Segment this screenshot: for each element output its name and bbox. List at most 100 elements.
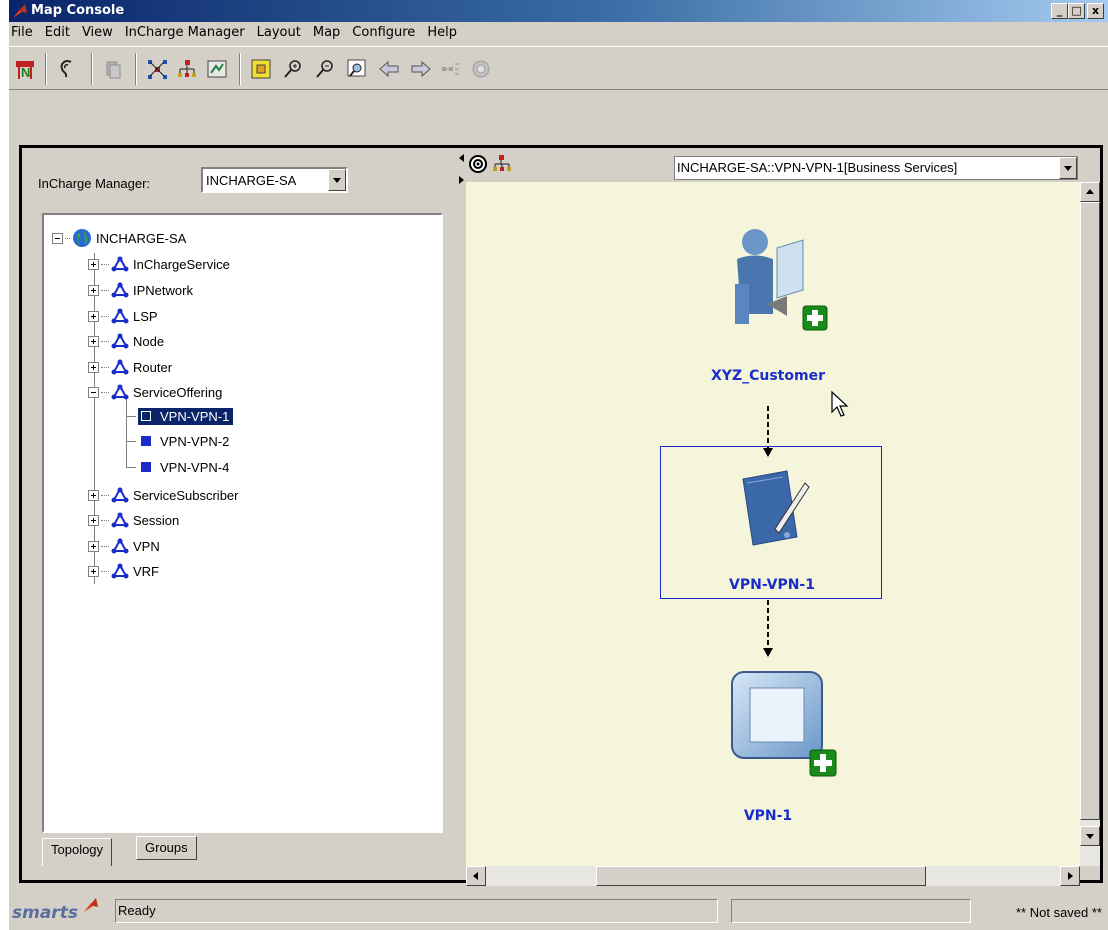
incharge-manager-label: InCharge Manager: [38, 176, 151, 191]
map-selector-value: INCHARGE-SA::VPN-VPN-1[Business Services… [677, 160, 958, 175]
class-icon [111, 359, 129, 375]
tree-root[interactable]: INCHARGE-SA [52, 228, 186, 248]
expand-icon[interactable] [88, 565, 99, 577]
expand-icon[interactable] [88, 361, 99, 373]
tree-item-servicesubscriber[interactable]: ServiceSubscriber [88, 485, 239, 505]
scroll-up-button[interactable] [1080, 182, 1100, 202]
horizontal-scroll-thumb[interactable] [596, 866, 926, 886]
tree-item-node[interactable]: Node [88, 331, 164, 351]
expand-icon[interactable] [88, 489, 99, 501]
menu-map[interactable]: Map [307, 22, 346, 44]
panel-splitter[interactable] [458, 148, 466, 880]
map-canvas[interactable]: XYZ_Customer VPN-VPN-1 VPN-1 [466, 182, 1080, 866]
expand-icon[interactable] [88, 310, 99, 322]
zoom-in-button[interactable] [279, 55, 307, 83]
menu-help[interactable]: Help [421, 22, 463, 44]
collapse-icon[interactable] [88, 386, 99, 398]
collapse-right-icon[interactable] [459, 176, 464, 184]
tree-item-session[interactable]: Session [88, 510, 179, 530]
tree-item-label: ServiceOffering [133, 384, 223, 400]
tree-item-vpn-vpn-4[interactable]: VPN-VPN-4 [138, 457, 229, 477]
zoom-box-button[interactable] [343, 55, 371, 83]
copy-button[interactable] [99, 55, 127, 83]
target-icon[interactable] [468, 154, 488, 174]
expand-icon[interactable] [88, 540, 99, 552]
scroll-down-button[interactable] [1080, 826, 1100, 846]
tree-item-lsp[interactable]: LSP [88, 306, 158, 326]
incharge-manager-value: INCHARGE-SA [206, 173, 297, 188]
menu-edit[interactable]: Edit [39, 22, 76, 44]
expand-icon[interactable] [88, 258, 99, 270]
forward-button[interactable] [407, 55, 435, 83]
close-button[interactable]: x [1087, 3, 1104, 19]
tree-item-label: LSP [133, 308, 158, 324]
tree-item-vpn[interactable]: VPN [88, 536, 160, 556]
scroll-right-button[interactable] [1060, 866, 1080, 886]
back-button[interactable] [375, 55, 403, 83]
menu-layout[interactable]: Layout [251, 22, 307, 44]
tree-item-label: Session [133, 512, 180, 528]
hierarchy-icon[interactable] [492, 154, 512, 174]
expand-icon[interactable] [88, 514, 99, 526]
zoom-out-icon [316, 60, 333, 78]
tree-item-inchargeservice[interactable]: InChargeService [88, 254, 230, 274]
free-layout-button[interactable] [203, 55, 231, 83]
collapse-icon[interactable] [52, 232, 63, 244]
node-label-xyz-customer[interactable]: XYZ_Customer [668, 368, 868, 384]
expand-icon[interactable] [88, 335, 99, 347]
fit-to-window-button[interactable] [247, 55, 275, 83]
class-icon [111, 256, 129, 272]
selected-tree-item[interactable]: VPN-VPN-1 [138, 407, 234, 425]
chevron-down-icon[interactable] [1059, 157, 1077, 179]
topology-browser-icon: N [16, 61, 34, 80]
arrow-up-icon [1086, 189, 1094, 194]
minimize-button[interactable]: _ [1051, 3, 1068, 19]
title-bar[interactable]: Map Console _ □ x [9, 0, 1108, 22]
vertical-scrollbar[interactable] [1080, 182, 1100, 866]
tree-item-label: VPN [133, 538, 160, 554]
vpn-icon[interactable] [728, 668, 848, 782]
notification-log-button[interactable] [53, 55, 81, 83]
zoom-in-icon [284, 60, 301, 78]
radial-layout-icon [148, 60, 167, 79]
chevron-down-icon[interactable] [328, 169, 346, 191]
path-button[interactable] [437, 55, 465, 83]
incharge-manager-select[interactable]: INCHARGE-SA [201, 167, 348, 193]
horizontal-scrollbar[interactable] [466, 866, 1080, 886]
mouse-cursor-icon [831, 390, 849, 417]
zoom-out-button[interactable] [311, 55, 339, 83]
menu-incharge-manager[interactable]: InCharge Manager [119, 22, 251, 44]
tree-item-label: VPN-VPN-4 [160, 459, 230, 475]
tree-item-vrf[interactable]: VRF [88, 561, 159, 581]
tree-item-router[interactable]: Router [88, 357, 172, 377]
hierarchical-layout-button[interactable] [173, 55, 201, 83]
map-selector[interactable]: INCHARGE-SA::VPN-VPN-1[Business Services… [674, 156, 1078, 180]
tab-topology[interactable]: Topology [42, 838, 113, 866]
topology-browser-button[interactable]: N [11, 55, 39, 83]
tab-groups[interactable]: Groups [136, 836, 197, 860]
customer-icon[interactable] [721, 224, 841, 334]
selected-node-box[interactable]: VPN-VPN-1 [660, 446, 882, 599]
menu-configure[interactable]: Configure [346, 22, 421, 44]
class-icon [111, 308, 129, 324]
zoom-box-icon [347, 59, 366, 77]
menu-view[interactable]: View [76, 22, 119, 44]
vertical-scroll-thumb[interactable] [1080, 202, 1100, 820]
tree-item-vpn-vpn-2[interactable]: VPN-VPN-2 [138, 431, 229, 451]
collapse-left-icon[interactable] [459, 154, 464, 162]
map-console-window: Map Console _ □ x File Edit View InCharg… [9, 0, 1108, 930]
radial-layout-button[interactable] [143, 55, 171, 83]
menu-bar: File Edit View InCharge Manager Layout M… [9, 22, 1108, 44]
tree-item-serviceoffering[interactable]: ServiceOffering [88, 382, 222, 402]
tree-item-vpn-vpn-1[interactable]: VPN-VPN-1 [138, 406, 234, 426]
maximize-button[interactable]: □ [1068, 3, 1085, 19]
status-bar: smarts Ready ** Not saved ** [9, 895, 1108, 930]
menu-file[interactable]: File [9, 22, 39, 44]
scroll-left-button[interactable] [466, 866, 486, 886]
node-label-vpn-1[interactable]: VPN-1 [668, 808, 868, 824]
expand-icon[interactable] [88, 284, 99, 296]
target-button[interactable] [467, 55, 495, 83]
path-icon [442, 63, 459, 75]
tree-item-ipnetwork[interactable]: IPNetwork [88, 280, 193, 300]
toolbar: N [9, 46, 1108, 90]
